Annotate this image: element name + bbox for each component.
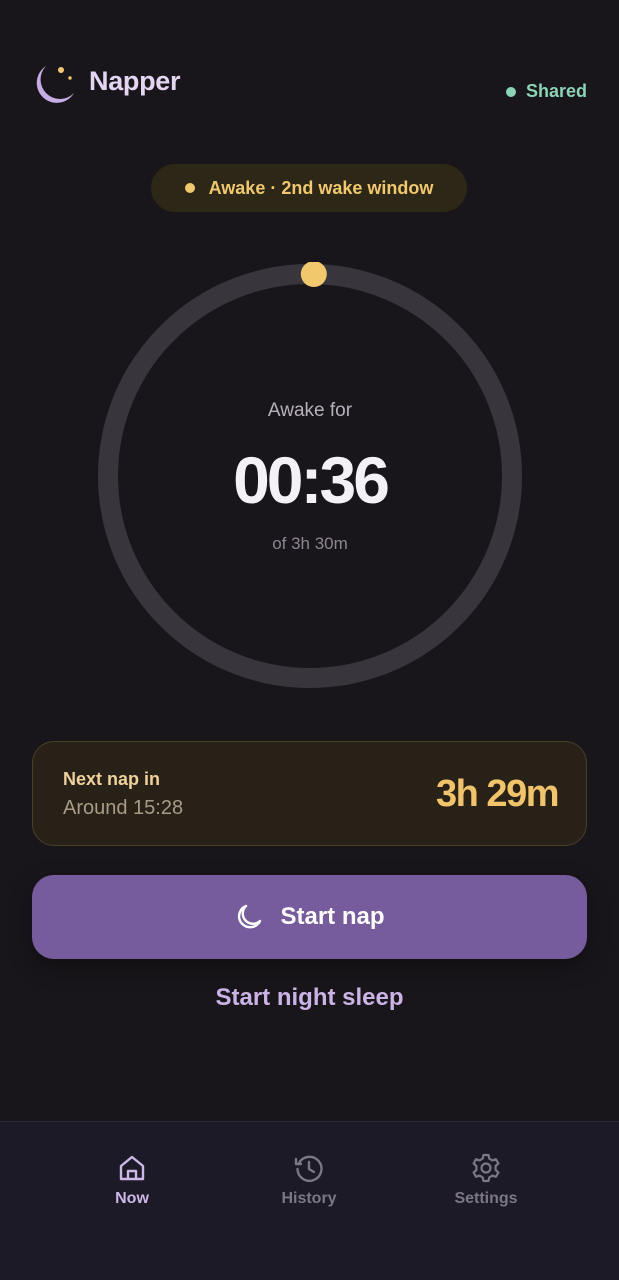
ring-center: Awake for 00:36 of 3h 30m — [96, 262, 524, 690]
start-nap-button[interactable]: Start nap — [32, 875, 587, 959]
state-dot — [184, 183, 195, 193]
app-screen: Napper Shared Awake · 2nd wake window Aw… — [0, 0, 619, 1280]
wake-window-ring: Awake for 00:36 of 3h 30m — [96, 262, 524, 690]
nav-item-settings[interactable]: Settings — [426, 1152, 546, 1208]
shared-label: Shared — [525, 81, 587, 101]
history-icon — [294, 1155, 323, 1182]
moon-stars-icon — [36, 66, 74, 103]
bottom-nav: Now History Settings — [0, 1121, 619, 1280]
awake-total: of 3h 30m — [272, 534, 348, 553]
shared-status-dot — [505, 86, 516, 97]
next-nap-title: Next nap in — [63, 769, 161, 789]
gear-icon — [472, 1153, 500, 1183]
start-nap-label: Start nap — [280, 903, 385, 930]
app-title: Napper — [89, 66, 181, 96]
nav-item-history[interactable]: History — [249, 1152, 369, 1208]
next-nap-countdown: 3h 29m — [436, 773, 559, 815]
awake-time: 00:36 — [233, 443, 390, 517]
start-night-sleep-link[interactable]: Start night sleep — [0, 984, 619, 1012]
state-pill: Awake · 2nd wake window — [151, 164, 467, 212]
awake-label: Awake for — [267, 400, 353, 421]
next-nap-card: Next nap in Around 15:28 3h 29m — [32, 741, 587, 846]
next-nap-time: Around 15:28 — [63, 797, 184, 819]
nav-label-history: History — [281, 1190, 337, 1207]
header: Napper Shared — [0, 0, 619, 130]
nav-label-now: Now — [115, 1190, 149, 1207]
home-icon — [119, 1155, 145, 1181]
nav-item-now[interactable]: Now — [72, 1152, 192, 1208]
moon-icon — [238, 904, 262, 929]
state-label: Awake · 2nd wake window — [208, 177, 434, 198]
nav-label-settings: Settings — [454, 1190, 518, 1207]
shared-status[interactable]: Shared — [505, 81, 587, 102]
